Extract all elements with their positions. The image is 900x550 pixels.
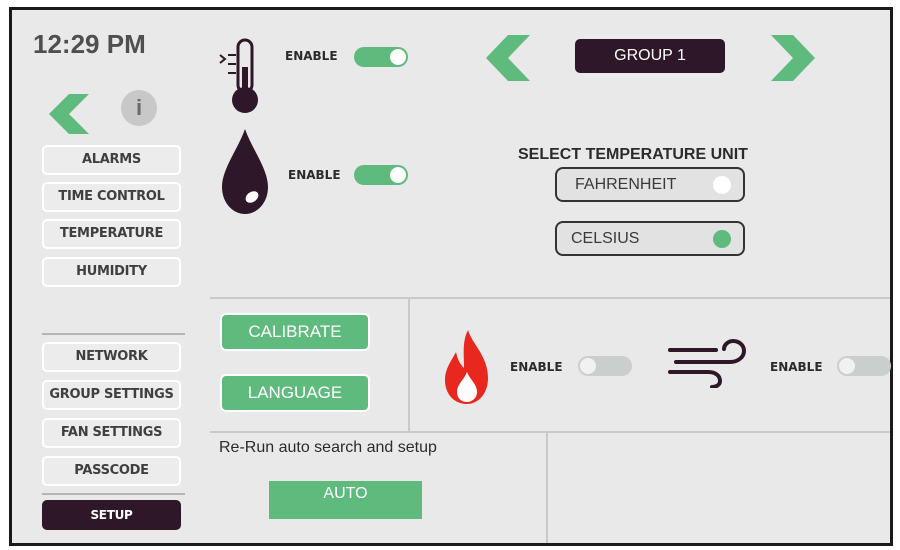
fan-enable-label: ENABLE (770, 360, 823, 374)
panel-divider (210, 297, 890, 299)
heater-enable-label: ENABLE (510, 360, 563, 374)
sidebar-item-group-settings[interactable]: GROUP SETTINGS (42, 380, 181, 410)
temperature-unit-title: SELECT TEMPERATURE UNIT (518, 146, 748, 163)
sidebar-item-network[interactable]: NETWORK (42, 342, 181, 372)
fahrenheit-option[interactable]: FAHRENHEIT (555, 167, 745, 202)
fan-enable-toggle[interactable] (837, 356, 891, 376)
rerun-auto-search-text: Re-Run auto search and setup (219, 439, 437, 456)
temperature-enable-toggle[interactable] (354, 47, 408, 67)
flame-icon (442, 328, 492, 410)
heater-enable-toggle[interactable] (578, 356, 632, 376)
group-selector-button[interactable]: GROUP 1 (575, 39, 725, 73)
sidebar-item-time-control[interactable]: TIME CONTROL (42, 182, 181, 212)
previous-group-icon[interactable] (484, 35, 534, 85)
sidebar-divider (42, 493, 185, 495)
fahrenheit-radio[interactable] (713, 176, 731, 194)
temperature-enable-label: ENABLE (285, 49, 338, 63)
sidebar-divider (42, 333, 185, 335)
wind-icon (668, 338, 758, 392)
panel-divider (210, 431, 890, 433)
humidity-enable-label: ENABLE (288, 168, 341, 182)
back-arrow-icon[interactable] (47, 94, 99, 138)
humidity-enable-toggle[interactable] (354, 165, 408, 185)
clock-time: 12:29 PM (33, 29, 146, 59)
celsius-radio[interactable] (713, 230, 731, 248)
info-icon[interactable]: i (121, 90, 157, 126)
water-drop-icon (220, 127, 270, 221)
panel-divider (546, 431, 548, 543)
calibrate-button[interactable]: CALIBRATE (220, 313, 370, 351)
auto-button[interactable]: AUTO (269, 481, 422, 519)
thermometer-icon (218, 37, 270, 121)
language-button[interactable]: LANGUAGE (220, 374, 370, 412)
sidebar-item-fan-settings[interactable]: FAN SETTINGS (42, 418, 181, 448)
celsius-option[interactable]: CELSIUS (555, 221, 745, 256)
sidebar-item-humidity[interactable]: HUMIDITY (42, 257, 181, 287)
fahrenheit-label: FAHRENHEIT (575, 176, 677, 193)
sidebar-item-alarms[interactable]: ALARMS (42, 145, 181, 175)
celsius-label: CELSIUS (571, 230, 640, 247)
sidebar-item-temperature[interactable]: TEMPERATURE (42, 219, 181, 249)
next-group-icon[interactable] (767, 35, 817, 85)
panel-divider (408, 297, 410, 431)
sidebar-item-passcode[interactable]: PASSCODE (42, 456, 181, 486)
sidebar-item-setup[interactable]: SETUP (42, 500, 181, 530)
